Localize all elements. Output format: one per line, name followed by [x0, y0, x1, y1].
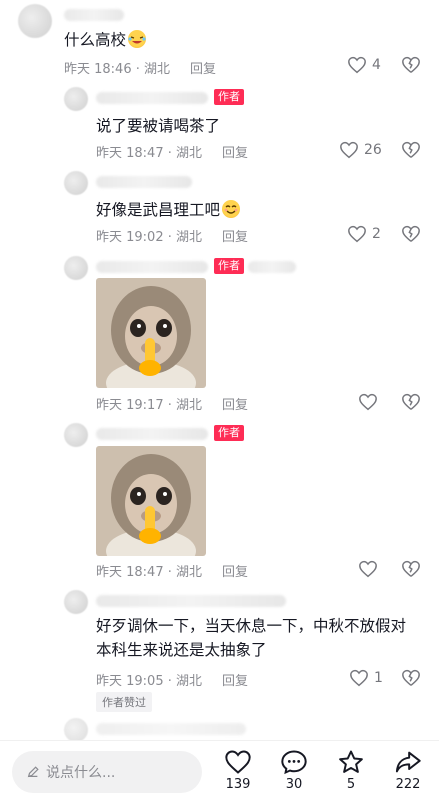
reply-button[interactable]: 回复: [222, 230, 248, 245]
heart-icon: [348, 225, 366, 243]
comment-text-content: 什么高校: [64, 31, 127, 49]
like-action-button[interactable]: 139: [218, 749, 258, 792]
avatar[interactable]: [64, 256, 88, 280]
avatar[interactable]: [64, 171, 88, 195]
heart-icon: [340, 141, 358, 159]
comment-text: 什么高校: [64, 28, 147, 52]
smiling-emoji-icon: [222, 200, 241, 218]
nickname-blurred[interactable]: [96, 428, 208, 440]
like-button[interactable]: [358, 560, 378, 578]
reply-button[interactable]: 回复: [222, 565, 248, 580]
avatar[interactable]: [64, 590, 88, 614]
heart-icon: [348, 56, 366, 74]
nickname-blurred: [96, 723, 246, 735]
dislike-button[interactable]: [401, 225, 421, 247]
comment-text-line: 好歹调休一下，当天休息一下，中秋不放假对: [96, 617, 407, 635]
dislike-button[interactable]: [401, 560, 421, 582]
dislike-button[interactable]: [401, 393, 421, 415]
nickname-blurred[interactable]: [96, 261, 208, 273]
like-count: 4: [372, 57, 381, 73]
heart-icon: [225, 750, 251, 774]
comment-time: 昨天 19:02 · 湖北: [96, 230, 202, 245]
comment-text-content: 好像是武昌理工吧: [96, 201, 221, 219]
comment-time: 昨天 19:17 · 湖北: [96, 398, 202, 413]
comment-time: 昨天 18:46 · 湖北: [64, 62, 170, 77]
dislike-button[interactable]: [401, 669, 421, 691]
reply-button[interactable]: 回复: [190, 62, 216, 77]
nickname-blurred[interactable]: [96, 92, 208, 104]
like-button[interactable]: 26: [339, 141, 382, 159]
heart-icon: [359, 560, 377, 578]
shares-count: 222: [395, 777, 421, 792]
heart-icon: [359, 393, 377, 411]
comment-time: 昨天 18:47 · 湖北: [96, 146, 202, 161]
nickname-blurred[interactable]: [96, 176, 192, 188]
author-badge: 作者: [214, 425, 244, 441]
share-arrow-icon: [395, 751, 421, 773]
like-count: 2: [372, 226, 381, 242]
nickname-blurred: [248, 261, 296, 273]
dislike-button[interactable]: [401, 56, 421, 78]
comments-count: 30: [285, 777, 303, 792]
comment-text-line: 本科生来说还是太抽象了: [96, 641, 267, 659]
avatar[interactable]: [18, 4, 52, 38]
comment-meta: 昨天 18:46 · 湖北 回复: [64, 58, 216, 77]
comment-bubble-icon: [281, 750, 307, 775]
favorite-action-button[interactable]: 5: [331, 749, 371, 792]
reply-button[interactable]: 回复: [222, 146, 248, 161]
comment-meta: 昨天 19:02 · 湖北 回复: [96, 226, 248, 245]
comment-time: 昨天 18:47 · 湖北: [96, 565, 202, 580]
share-action-button[interactable]: 222: [388, 749, 428, 792]
comment-text: 好歹调休一下，当天休息一下，中秋不放假对 本科生来说还是太抽象了: [96, 614, 431, 662]
heart-icon: [350, 669, 368, 687]
monkey-sticker-image[interactable]: [96, 446, 206, 556]
comment-meta: 昨天 19:05 · 湖北 回复: [96, 670, 248, 689]
bottom-action-bar: 说点什么... 139 30 5 222: [0, 740, 439, 801]
broken-heart-icon: [402, 560, 420, 577]
broken-heart-icon: [402, 225, 420, 242]
author-badge: 作者: [214, 89, 244, 105]
like-button[interactable]: 2: [347, 225, 381, 243]
comment-meta: 昨天 18:47 · 湖北 回复: [96, 561, 248, 580]
like-count: 1: [374, 670, 383, 686]
star-icon: [339, 750, 363, 773]
reply-button[interactable]: 回复: [222, 674, 248, 689]
laughing-crying-emoji-icon: [128, 30, 147, 48]
comment-text: 好像是武昌理工吧: [96, 198, 241, 222]
broken-heart-icon: [402, 141, 420, 158]
avatar[interactable]: [64, 423, 88, 447]
comment-meta: 昨天 18:47 · 湖北 回复: [96, 142, 248, 161]
nickname-blurred[interactable]: [96, 595, 286, 607]
comment-input[interactable]: 说点什么...: [12, 751, 202, 793]
comment-time: 昨天 19:05 · 湖北: [96, 674, 202, 689]
monkey-sticker-image[interactable]: [96, 278, 206, 388]
dislike-button[interactable]: [401, 141, 421, 163]
like-button[interactable]: 4: [347, 56, 381, 74]
avatar[interactable]: [64, 87, 88, 111]
comment-action-button[interactable]: 30: [274, 749, 314, 792]
nickname-blurred[interactable]: [64, 9, 124, 21]
like-count: 26: [364, 142, 382, 158]
author-badge: 作者: [214, 258, 244, 274]
likes-count: 139: [225, 777, 251, 792]
comment-text: 说了要被请喝茶了: [96, 117, 221, 135]
pencil-icon: [27, 766, 39, 778]
like-button[interactable]: 1: [349, 669, 383, 687]
reply-button[interactable]: 回复: [222, 398, 248, 413]
liked-by-author-badge: 作者赞过: [96, 692, 152, 712]
like-button[interactable]: [358, 393, 378, 411]
comment-meta: 昨天 19:17 · 湖北 回复: [96, 394, 248, 413]
broken-heart-icon: [402, 393, 420, 410]
broken-heart-icon: [402, 669, 420, 686]
comment-input-placeholder: 说点什么...: [46, 765, 116, 781]
favorites-count: 5: [346, 777, 356, 792]
broken-heart-icon: [402, 56, 420, 73]
avatar[interactable]: [64, 718, 88, 742]
